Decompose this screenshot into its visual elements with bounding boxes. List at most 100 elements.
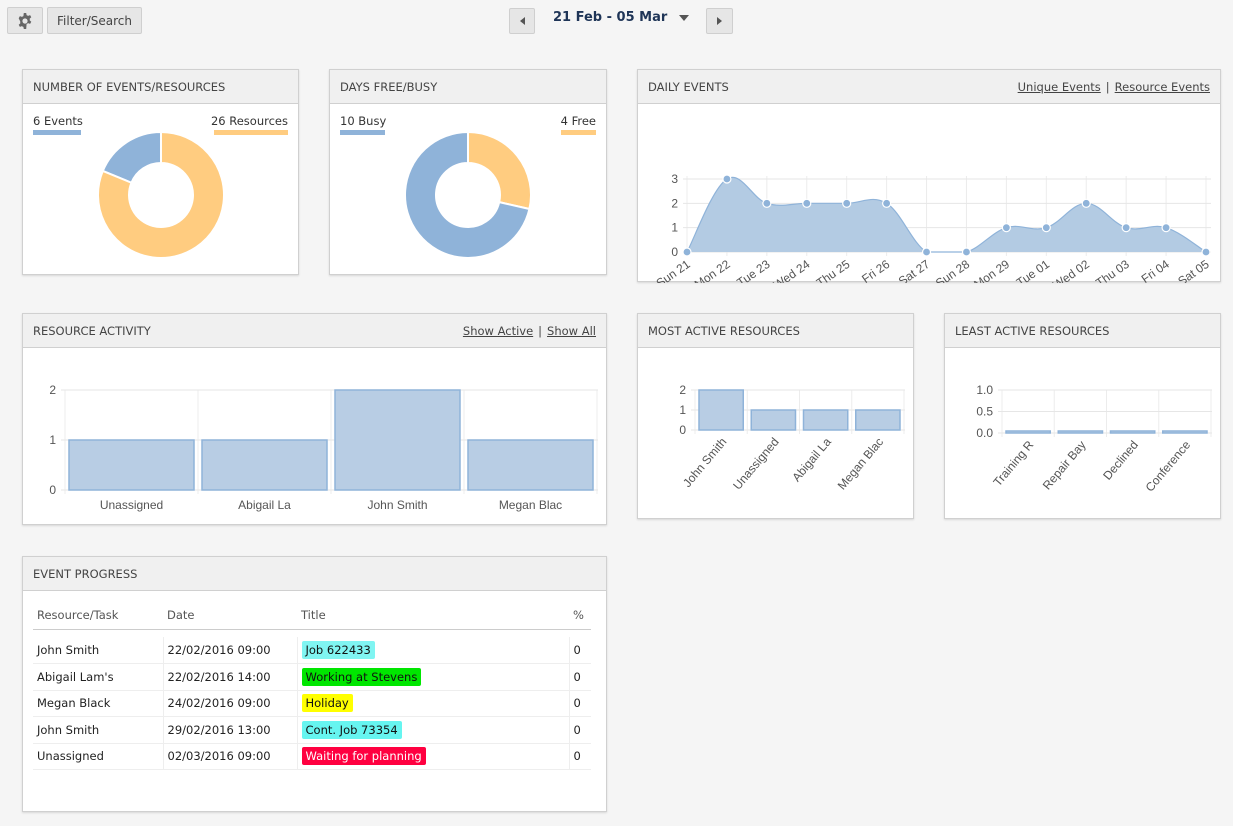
resource-activity-panel: RESOURCE ACTIVITY Show Active | Show All… (22, 313, 607, 525)
pie-slice-free[interactable] (467, 130, 532, 211)
x-tick-label: Mon 29 (971, 257, 1012, 283)
panel-header: DAILY EVENTS Unique Events | Resource Ev… (638, 70, 1220, 104)
bar[interactable] (1057, 430, 1104, 434)
panel-header: NUMBER OF EVENTS/RESOURCES (23, 70, 298, 104)
panel-title: DAILY EVENTS (648, 79, 729, 94)
days-free-busy-donut (404, 130, 532, 259)
events-resources-panel: NUMBER OF EVENTS/RESOURCES 6 Events 26 R… (22, 69, 299, 275)
bar[interactable] (467, 439, 594, 491)
table-row[interactable]: Megan Black 24/02/2016 09:00 Holiday 0 (33, 690, 591, 717)
bar[interactable] (201, 439, 328, 491)
bar[interactable] (68, 439, 195, 491)
panel-title: RESOURCE ACTIVITY (33, 323, 151, 338)
next-period-button[interactable] (706, 8, 733, 34)
x-tick-label: Declined (1100, 438, 1141, 483)
table-row[interactable]: Abigail Lam's 22/02/2016 14:00 Working at … (33, 663, 591, 691)
event-title-tag[interactable]: Cont. Job 73354 (301, 720, 402, 739)
data-point[interactable] (1041, 223, 1051, 233)
event-progress-table: Resource/Task Date Title % John Smith 22/… (33, 607, 591, 770)
table-row[interactable]: John Smith 22/02/2016 09:00 Job 622433 0 (33, 637, 591, 664)
x-tick-label: Sat 27 (896, 257, 933, 283)
previous-period-button[interactable] (509, 8, 535, 34)
cell-resource: Abigail Lam's (33, 663, 163, 691)
cell-title: Waiting for planning (296, 743, 569, 770)
bar[interactable] (750, 409, 797, 431)
column-header-resource[interactable]: Resource/Task (33, 607, 163, 630)
resource-activity-chart: 0 1 2 Unassigned Abigail La John Smith Megan B… (49, 383, 598, 512)
data-point[interactable] (762, 198, 772, 208)
triangle-right-icon (717, 17, 722, 25)
show-all-link[interactable]: Show All (547, 324, 596, 338)
cell-title: Holiday (296, 690, 569, 717)
bar[interactable] (698, 389, 744, 431)
y-tick-label: 0 (671, 245, 678, 259)
cell-title: Cont. Job 73354 (296, 716, 569, 744)
filter-search-button[interactable]: Filter/Search (47, 7, 142, 34)
date-range-selector[interactable]: 21 Feb - 05 Mar (553, 10, 690, 25)
event-title-tag[interactable]: Waiting for planning (301, 747, 426, 766)
data-point[interactable] (1201, 247, 1211, 257)
events-resources-donut (97, 130, 225, 259)
table-row[interactable]: Unassigned 02/03/2016 09:00 Waiting for pl… (33, 743, 591, 770)
y-tick-label: 1 (679, 403, 686, 417)
resource-events-link[interactable]: Resource Events (1115, 80, 1210, 94)
x-tick-label: Unassigned (100, 498, 163, 512)
y-tick-label: 0.0 (976, 426, 993, 440)
table-row[interactable]: John Smith 29/02/2016 13:00 Cont. Job 7335… (33, 716, 591, 744)
y-tick-label: 0.5 (976, 405, 993, 419)
cell-percent: 0 (568, 663, 591, 691)
panel-title: EVENT PROGRESS (33, 566, 138, 581)
x-tick-label: Mon 22 (692, 257, 733, 283)
show-active-link[interactable]: Show Active (463, 324, 533, 338)
cell-resource: Unassigned (33, 743, 163, 770)
x-tick-label: Abigail La (238, 498, 291, 512)
event-title-tag[interactable]: Working at Stevens (301, 667, 422, 686)
cell-date: 22/02/2016 14:00 (162, 663, 297, 691)
cell-percent: 0 (568, 637, 591, 664)
bar[interactable] (334, 389, 461, 491)
column-header-date[interactable]: Date (163, 607, 297, 630)
data-point[interactable] (1081, 198, 1091, 208)
settings-button[interactable] (7, 7, 43, 34)
data-point[interactable] (961, 247, 972, 257)
column-header-percent[interactable]: % (569, 607, 591, 630)
event-title-tag[interactable]: Holiday (301, 694, 353, 713)
cell-date: 02/03/2016 09:00 (162, 743, 297, 770)
data-point[interactable] (882, 198, 892, 208)
bar[interactable] (802, 409, 849, 431)
x-tick-label: Thu 25 (814, 257, 853, 283)
area-fill (687, 177, 1206, 252)
unique-events-link[interactable]: Unique Events (1018, 80, 1101, 94)
days-free-busy-panel: DAYS FREE/BUSY 10 Busy 4 Free (329, 69, 607, 275)
event-title-tag[interactable]: Job 622433 (301, 641, 375, 659)
x-tick-label: Unassigned (730, 435, 781, 493)
data-point[interactable] (921, 247, 932, 257)
x-tick-label: John Smith (367, 498, 427, 512)
data-point[interactable] (1001, 223, 1011, 233)
data-point[interactable] (1121, 223, 1131, 233)
bar[interactable] (1162, 430, 1208, 434)
bar[interactable] (1109, 430, 1156, 434)
cell-date: 29/02/2016 13:00 (162, 716, 297, 744)
y-tick-label: 2 (671, 196, 678, 210)
data-point[interactable] (842, 198, 852, 208)
data-point[interactable] (802, 198, 812, 208)
column-header-title[interactable]: Title (297, 607, 569, 630)
x-tick-label: John Smith (680, 435, 729, 490)
bar[interactable] (855, 409, 901, 431)
data-point[interactable] (682, 247, 692, 257)
panel-header: LEAST ACTIVE RESOURCES (945, 314, 1220, 348)
data-point[interactable] (1161, 223, 1171, 233)
data-point[interactable] (722, 174, 732, 184)
table-header-row: Resource/Task Date Title % (33, 607, 591, 630)
x-tick-label: Wed 02 (1050, 257, 1092, 283)
daily-events-chart: 0 1 2 3 Sun 21 Mon 22 Tue 23Wed 24 Thu 25 Fri 26… (654, 172, 1212, 283)
x-tick-label: Sun 28 (933, 257, 972, 283)
panel-title: NUMBER OF EVENTS/RESOURCES (33, 79, 226, 94)
y-tick-label: 2 (49, 383, 56, 397)
cell-percent: 0 (568, 743, 591, 770)
triangle-left-icon (519, 17, 525, 25)
bar[interactable] (1005, 430, 1051, 434)
y-tick-label: 2 (679, 383, 686, 397)
cell-resource: John Smith (33, 637, 163, 664)
